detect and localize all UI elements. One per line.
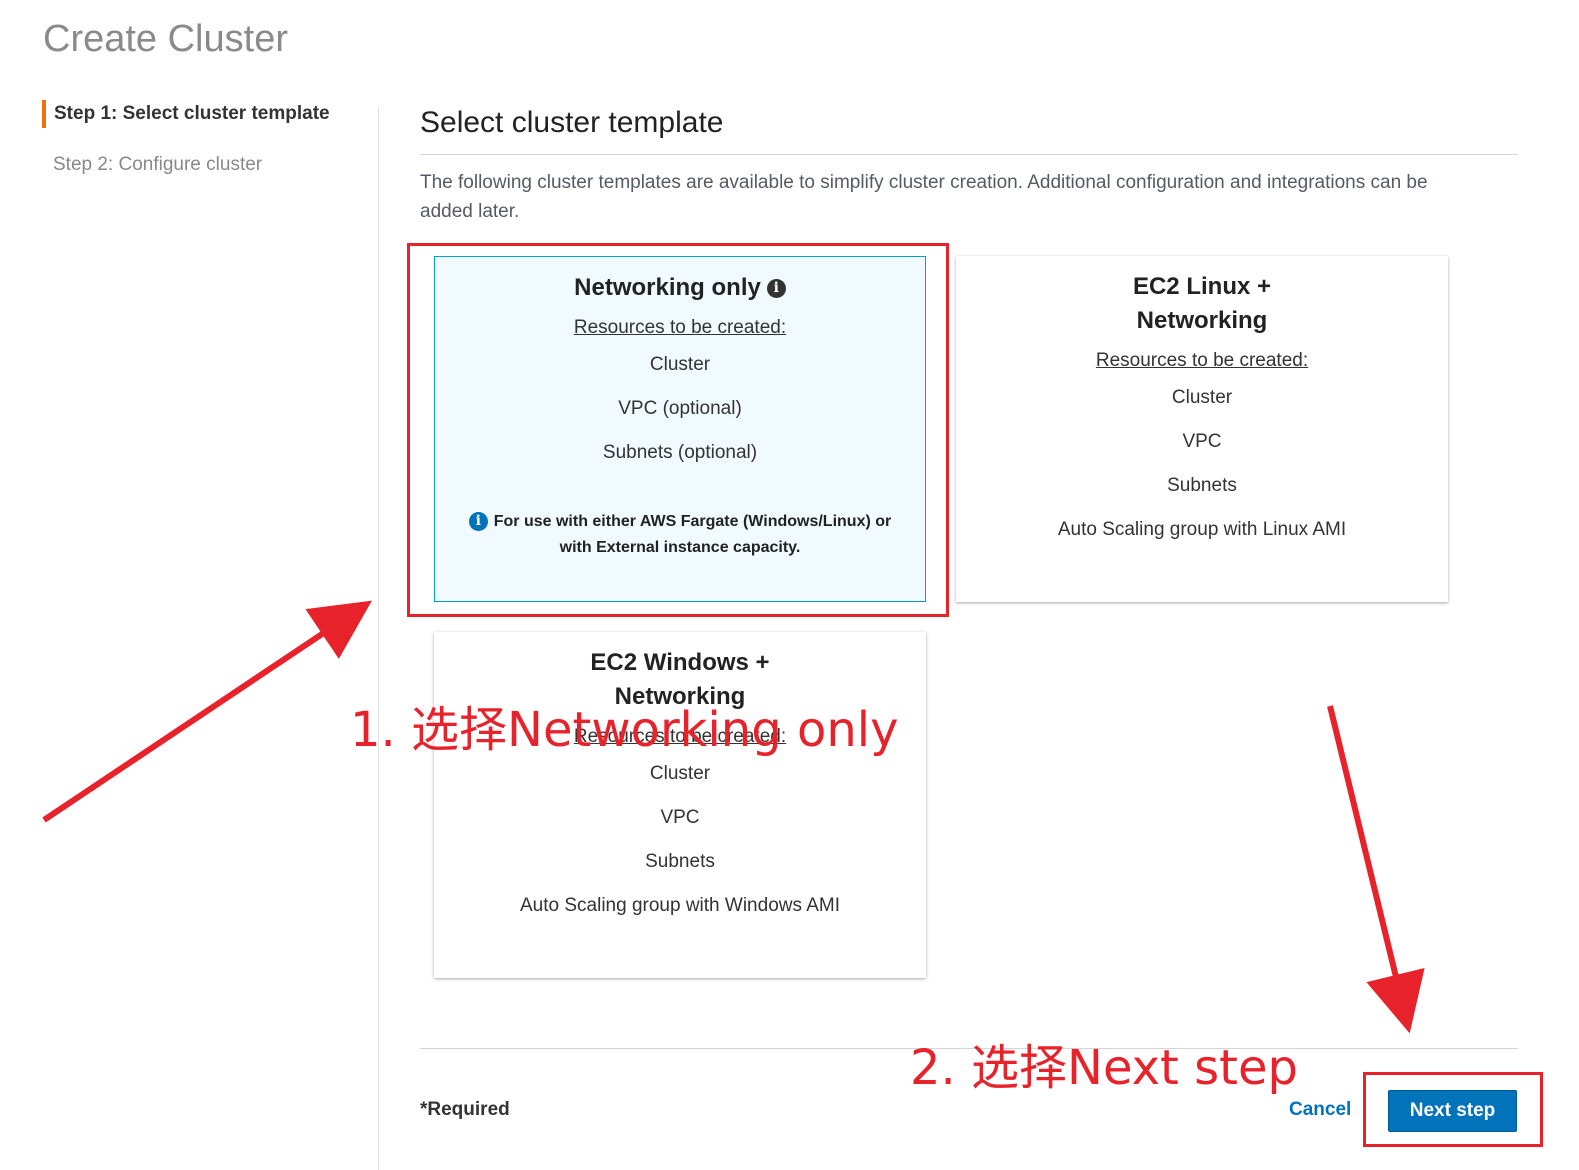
required-label: *Required xyxy=(420,1099,510,1120)
resource-item: VPC xyxy=(1182,431,1222,452)
section-divider xyxy=(420,154,1518,155)
resource-item: VPC xyxy=(660,807,700,828)
resource-item: Cluster xyxy=(1171,387,1233,408)
annotation-highlight-next-step xyxy=(1363,1072,1543,1147)
step-2-configure-cluster: Step 2: Configure cluster xyxy=(53,154,263,175)
page-title: Create Cluster xyxy=(43,18,288,60)
template-card-ec2-linux[interactable]: EC2 Linux + Networking Resources to be c… xyxy=(956,256,1448,602)
card-title-ec2-linux: EC2 Linux + Networking xyxy=(1132,273,1272,334)
resource-item: Subnets xyxy=(645,851,715,872)
annotation-step-2-text: 2. 选择Next step xyxy=(910,1040,1298,1096)
step-nav: Step 1: Select cluster template Step 2: … xyxy=(42,100,378,202)
vertical-divider xyxy=(378,106,379,1170)
template-card-ec2-windows[interactable]: EC2 Windows + Networking Resources to be… xyxy=(434,632,926,978)
annotation-arrow-2 xyxy=(1327,705,1425,1034)
resources-heading: Resources to be created: xyxy=(1095,350,1309,371)
resource-item: Auto Scaling group with Windows AMI xyxy=(520,895,840,916)
step-1-select-template[interactable]: Step 1: Select cluster template xyxy=(42,100,378,128)
resource-item: Cluster xyxy=(649,763,711,784)
annotation-highlight-networking-only xyxy=(407,243,949,617)
section-description: The following cluster templates are avai… xyxy=(420,172,1428,222)
resource-item: Auto Scaling group with Linux AMI xyxy=(1057,519,1347,540)
cancel-button[interactable]: Cancel xyxy=(1289,1099,1351,1121)
section-title: Select cluster template xyxy=(420,106,724,139)
annotation-arrow-1 xyxy=(42,600,372,823)
resource-item: Subnets xyxy=(1167,475,1237,496)
annotation-step-1-text: 1. 选择Networking only xyxy=(350,702,899,758)
